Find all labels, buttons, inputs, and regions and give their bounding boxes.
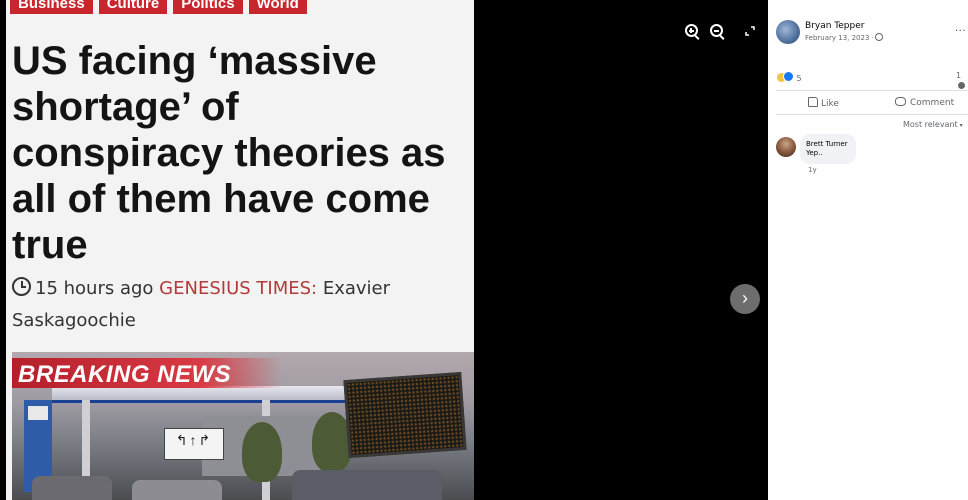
comment-label: Comment [910, 98, 955, 108]
clock-icon [12, 277, 31, 296]
category-tag-business: Business [10, 0, 93, 14]
post-date[interactable]: February 13, 2023 · [805, 33, 883, 43]
comment-count-icon [958, 82, 965, 89]
tree [242, 422, 282, 482]
category-tag-politics: Politics [173, 0, 243, 14]
caret-down-icon: ▾ [959, 122, 963, 129]
car [292, 470, 442, 500]
next-photo-button[interactable]: › [730, 284, 760, 314]
zoom-out-button[interactable] [706, 22, 726, 42]
led-message-board [343, 371, 467, 459]
post-image[interactable]: Business Culture Politics World US facin… [6, 0, 474, 500]
globe-icon [874, 33, 883, 41]
thumbs-up-icon [808, 97, 818, 107]
like-reaction-icon [783, 71, 794, 82]
category-tag-world: World [248, 0, 307, 14]
car [32, 476, 112, 500]
comment-text: Yep.. [806, 149, 823, 157]
category-tag-culture: Culture [98, 0, 168, 14]
comment-icon [895, 97, 906, 106]
more-options-button[interactable]: ··· [955, 26, 966, 37]
post-author-name[interactable]: Bryan Tepper [805, 21, 864, 32]
breaking-news-banner: BREAKING NEWS [12, 358, 282, 388]
lane-direction-sign: ↰↑↱ [164, 428, 224, 460]
category-tags: Business Culture Politics World [10, 0, 307, 14]
post-date-text: February 13, 2023 · [805, 34, 874, 42]
sort-label: Most relevant [903, 120, 958, 129]
author-avatar[interactable] [776, 20, 800, 44]
commenter-avatar[interactable] [776, 137, 796, 157]
like-label: Like [821, 99, 839, 109]
photo-viewer: Business Culture Politics World US facin… [0, 0, 768, 500]
reaction-count: 5 [796, 74, 802, 83]
zoom-in-button[interactable] [681, 22, 701, 42]
fullscreen-button[interactable] [740, 22, 760, 42]
divider [776, 114, 968, 115]
article-time: 15 hours ago [35, 278, 154, 299]
post-side-panel: Bryan Tepper February 13, 2023 · ··· 5 1… [768, 0, 968, 500]
expand-icon [745, 26, 755, 36]
breaking-news-text: BREAKING NEWS [18, 361, 232, 388]
article-byline: 15 hours ago GENESIUS TIMES: Exavier Sas… [12, 273, 452, 337]
reaction-summary[interactable]: 5 [777, 71, 802, 84]
article-publication: GENESIUS TIMES: [159, 278, 318, 299]
zoom-in-icon [684, 24, 698, 37]
car [132, 480, 222, 500]
breaking-news-photo: ↰↑↱ BREAKING NEWS [12, 352, 474, 500]
comment-time[interactable]: 1y [808, 166, 817, 175]
comment-sort-dropdown[interactable]: Most relevant ▾ [903, 120, 963, 131]
comment-button[interactable]: Comment [895, 97, 954, 109]
comment-count[interactable]: 1 [956, 71, 968, 91]
article-headline: US facing ‘massive shortage’ of conspira… [12, 39, 446, 267]
zoom-out-icon [709, 24, 723, 37]
comment-author[interactable]: Brett Turner [806, 140, 848, 149]
divider [776, 90, 968, 91]
comment-count-value: 1 [956, 71, 962, 80]
like-button[interactable]: Like [808, 97, 839, 110]
